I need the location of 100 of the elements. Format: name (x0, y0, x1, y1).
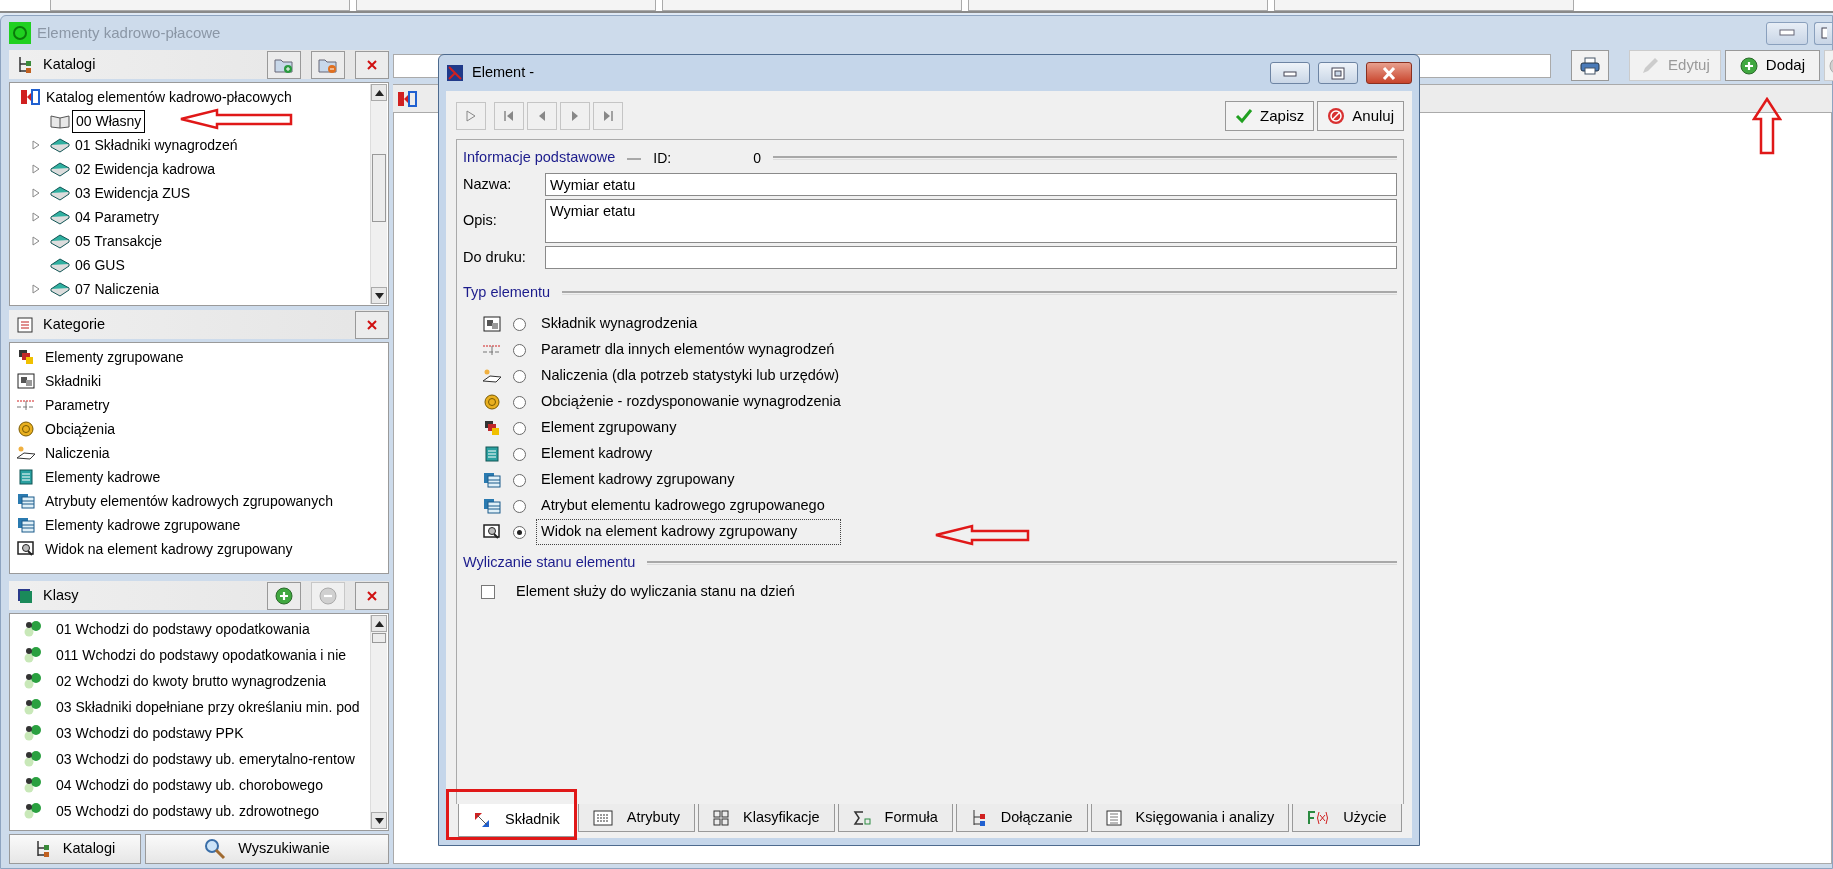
list-item[interactable]: Składniki (16, 369, 388, 393)
book-icon (50, 185, 70, 201)
print-button[interactable] (1571, 50, 1610, 81)
list-icon (17, 316, 33, 333)
close-button[interactable] (355, 310, 389, 339)
first-button[interactable] (494, 102, 524, 130)
table-icon (16, 493, 36, 509)
section-title: Typ elementu (463, 283, 551, 303)
list-item[interactable]: Parametry (16, 393, 388, 417)
minimize-button[interactable] (1766, 21, 1808, 45)
list-item[interactable]: 01 Wchodzi do podstawy opodatkowania (24, 616, 388, 642)
cancel-button[interactable]: Anuluj (1317, 101, 1404, 131)
list-item[interactable]: 03 Wchodzi do podstawy ub. emerytalno-rentow (24, 746, 388, 772)
panel-title: Katalogi (43, 54, 97, 74)
search-button[interactable]: Wyszukiwanie (145, 834, 389, 864)
list-item[interactable]: 05 Wchodzi do podstawy ub. zdrowotnego (24, 798, 388, 824)
save-button[interactable]: Zapisz (1225, 101, 1315, 131)
tree-item[interactable]: 02 Ewidencja kadrowa (75, 158, 216, 180)
maximize-icon (1820, 27, 1827, 39)
previous-button[interactable] (527, 102, 557, 130)
tree-icon (34, 840, 51, 858)
maximize-button[interactable] (1814, 21, 1832, 45)
list-item[interactable]: Naliczenia (16, 441, 388, 465)
radio-button[interactable] (513, 317, 526, 331)
tab[interactable]: Formuła (837, 804, 953, 832)
folder-add-button[interactable] (267, 50, 301, 79)
scrollbar[interactable] (370, 84, 387, 304)
book-icon (50, 233, 70, 249)
add-button[interactable] (267, 581, 301, 610)
catalogs-button[interactable]: Katalogi (9, 834, 141, 864)
option-label: Element kadrowy zgrupowany (540, 470, 736, 490)
checkbox-label: Element służy do wyliczania stanu na dzień (515, 582, 796, 602)
scrollbar-thumb[interactable] (372, 633, 386, 643)
next-button[interactable] (560, 102, 590, 130)
list-item[interactable]: Obciążenia (16, 417, 388, 441)
list-item[interactable]: Widok na element kadrowy zgrupowany (16, 537, 388, 561)
coin-icon (16, 421, 36, 437)
text-area[interactable]: Wymiar etatu (545, 199, 1397, 243)
tab[interactable]: Księgowania i analizy (1090, 804, 1290, 832)
up-arrow-icon (374, 620, 384, 627)
radio-button[interactable] (513, 395, 526, 409)
radio-button[interactable] (513, 473, 526, 487)
close-icon (366, 589, 378, 602)
input-field[interactable] (545, 246, 1397, 269)
close-button[interactable] (355, 50, 389, 79)
maximize-button[interactable] (1318, 62, 1358, 84)
close-button[interactable] (1366, 62, 1412, 84)
tree-item[interactable]: 05 Transakcje (75, 230, 163, 252)
dots-icon (24, 724, 42, 742)
document-icon (484, 446, 500, 462)
minimize-button[interactable] (1270, 62, 1310, 84)
tab[interactable]: Użycie (1292, 804, 1402, 832)
tree-item[interactable]: 01 Składniki wynagrodzeń (75, 134, 238, 156)
folder-remove-button[interactable] (311, 50, 345, 79)
list-item[interactable]: 03 Składniki dopełniane przy określaniu min. pod (24, 694, 388, 720)
monitor-icon (16, 541, 36, 557)
annotation-arrow (1752, 97, 1782, 155)
tab[interactable]: Dołączanie (955, 804, 1088, 832)
tree-item[interactable]: Katalog elementów kadrowo-płacowych (46, 86, 292, 108)
radio-button[interactable] (513, 447, 526, 461)
radio-button[interactable] (513, 343, 526, 357)
scrollbar-thumb[interactable] (372, 154, 386, 222)
input-field[interactable]: Wymiar etatu (545, 173, 1397, 196)
add-button[interactable]: Dodaj (1724, 50, 1820, 81)
radio-button[interactable] (513, 499, 526, 513)
last-button[interactable] (593, 102, 623, 130)
list-item[interactable]: 03 Wchodzi do podstawy PPK (24, 720, 388, 746)
tree-item[interactable]: 00 Własny (72, 109, 146, 133)
list-item[interactable]: Elementy kadrowe zgrupowane (16, 513, 388, 537)
tab[interactable]: Składnik (458, 804, 575, 837)
close-button[interactable] (355, 581, 389, 610)
list-item[interactable]: Atrybuty elementów kadrowych zgrupowanych (16, 489, 388, 513)
list-item[interactable]: 04 Wchodzi do podstawy ub. chorobowego (24, 772, 388, 798)
window-title: Elementy kadrowo-płacowe (37, 22, 222, 43)
list-item[interactable]: 02 Wchodzi do kwoty brutto wynagrodzenia (24, 668, 388, 694)
option-label: Obciążenie - rozdysponowanie wynagrodzenia (540, 392, 842, 412)
tab[interactable]: Klasyfikacje (698, 804, 835, 832)
tab[interactable]: Atrybuty (577, 804, 695, 832)
play-outline-icon (465, 110, 477, 122)
radio-button[interactable] (513, 421, 526, 435)
list-item[interactable]: Elementy kadrowe (16, 465, 388, 489)
tree-item[interactable]: 03 Ewidencja ZUS (75, 182, 191, 204)
radio-button[interactable] (513, 369, 526, 383)
option-label: Atrybut elementu kadrowego zgrupowanego (540, 496, 826, 516)
maximize-icon (1330, 66, 1346, 80)
panel-title: Klasy (43, 585, 80, 605)
tree-item[interactable]: 06 GUS (75, 254, 125, 276)
list-item[interactable]: 011 Wchodzi do podstawy opodatkowania i nie (24, 642, 388, 668)
close-icon (1381, 66, 1397, 80)
tree-item[interactable]: 07 Naliczenia (75, 278, 160, 300)
checkbox[interactable] (481, 585, 495, 599)
book-icon (50, 161, 70, 177)
scrollbar[interactable] (370, 615, 387, 829)
minus-circle-icon (319, 586, 337, 605)
field-label: Nazwa: (463, 174, 513, 194)
list-item[interactable]: Elementy zgrupowane (16, 345, 388, 369)
dots-icon (24, 776, 42, 794)
pencil-icon (1640, 55, 1661, 76)
radio-button[interactable] (513, 525, 526, 539)
tree-item[interactable]: 04 Parametry (75, 206, 160, 228)
